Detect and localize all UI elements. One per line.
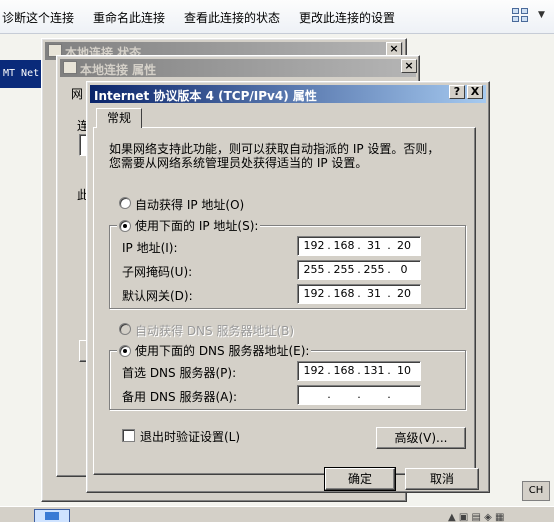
gateway-octet-1: 192: [303, 287, 325, 300]
dns1-octet-4: 10: [397, 364, 411, 377]
alternate-dns-label: 备用 DNS 服务器(A):: [122, 390, 238, 404]
mask-octet-2: 255: [333, 263, 355, 276]
mask-octet-1: 255: [303, 263, 325, 276]
manual-dns-group-title: 使用下面的 DNS 服务器地址(E):: [117, 342, 312, 359]
gateway-octet-4: 20: [397, 287, 411, 300]
mask-octet-4: 0: [400, 263, 408, 276]
default-gateway-field[interactable]: 192. 168. 31. 20: [297, 284, 421, 304]
help-button[interactable]: ?: [449, 85, 465, 99]
description-line-2: 您需要从网络系统管理员处获得适当的 IP 设置。: [109, 156, 368, 170]
alternate-dns-field[interactable]: . . .: [297, 385, 421, 405]
properties-window-title: 本地连接 属性: [80, 63, 157, 77]
dialog-title: Internet 协议版本 4 (TCP/IPv4) 属性: [94, 89, 317, 103]
auto-dns-radio[interactable]: [119, 323, 131, 335]
network-icon: [63, 61, 77, 74]
gateway-octet-2: 168: [333, 287, 355, 300]
dialog-titlebar: Internet 协议版本 4 (TCP/IPv4) 属性: [90, 85, 486, 103]
manual-dns-radio[interactable]: [119, 345, 131, 357]
manual-dns-label[interactable]: 使用下面的 DNS 服务器地址(E):: [135, 344, 309, 358]
close-icon[interactable]: ×: [401, 59, 417, 73]
subnet-mask-label: 子网掩码(U):: [122, 265, 193, 279]
ip-address-label: IP 地址(I):: [122, 241, 178, 255]
change-settings-command[interactable]: 更改此连接的设置: [299, 9, 395, 26]
ip-octet-2: 168: [333, 239, 355, 252]
default-gateway-label: 默认网关(D):: [122, 289, 193, 303]
dns1-octet-1: 192: [303, 364, 325, 377]
diagnose-connection-command[interactable]: 诊断这个连接: [2, 9, 74, 26]
auto-ip-radio[interactable]: [119, 197, 131, 209]
ok-button[interactable]: 确定: [324, 467, 396, 491]
ip-address-field[interactable]: 192. 168. 31. 20: [297, 236, 421, 256]
preferred-dns-field[interactable]: 192. 168. 131. 10: [297, 361, 421, 381]
preferred-dns-label: 首选 DNS 服务器(P):: [122, 366, 237, 380]
auto-ip-label[interactable]: 自动获得 IP 地址(O): [135, 196, 244, 213]
validate-on-exit-checkbox[interactable]: [122, 429, 135, 442]
properties-text-fragment: 网: [71, 87, 84, 101]
system-tray-icons: ▲ ▣ ▤ ◈ ▦: [448, 512, 505, 522]
view-status-command[interactable]: 查看此连接的状态: [184, 9, 280, 26]
command-bar: 诊断这个连接 重命名此连接 查看此连接的状态 更改此连接的设置 ▼: [0, 0, 554, 34]
ip-octet-4: 20: [397, 239, 411, 252]
manual-ip-radio[interactable]: [119, 220, 131, 232]
view-options-icon[interactable]: [512, 8, 534, 24]
network-adapter-label: MT Net: [0, 60, 46, 88]
gateway-octet-3: 31: [367, 287, 381, 300]
mask-octet-3: 255: [363, 263, 385, 276]
dns1-octet-3: 131: [363, 364, 385, 377]
ip-octet-3: 31: [367, 239, 381, 252]
advanced-button[interactable]: 高级(V)...: [376, 427, 466, 449]
validate-on-exit-label[interactable]: 退出时验证设置(L): [140, 428, 240, 445]
network-connections-taskbar-icon[interactable]: [34, 509, 70, 522]
close-icon[interactable]: ×: [386, 42, 402, 56]
tcpip-properties-dialog: Internet 协议版本 4 (TCP/IPv4) 属性 ? X 常规 如果网…: [86, 81, 490, 493]
dns1-octet-2: 168: [333, 364, 355, 377]
rename-connection-command[interactable]: 重命名此连接: [93, 9, 165, 26]
close-button[interactable]: X: [467, 85, 483, 99]
tab-general[interactable]: 常规: [96, 108, 142, 128]
ip-octet-1: 192: [303, 239, 325, 252]
properties-window-titlebar: 本地连接 属性: [60, 59, 416, 77]
chevron-down-icon[interactable]: ▼: [538, 10, 545, 20]
input-method-indicator[interactable]: CH: [522, 481, 550, 501]
manual-ip-label[interactable]: 使用下面的 IP 地址(S):: [135, 219, 258, 233]
cancel-button[interactable]: 取消: [405, 468, 479, 490]
auto-dns-label[interactable]: 自动获得 DNS 服务器地址(B): [135, 322, 294, 339]
manual-ip-group-title: 使用下面的 IP 地址(S):: [117, 217, 261, 234]
subnet-mask-field[interactable]: 255. 255. 255. 0: [297, 260, 421, 280]
